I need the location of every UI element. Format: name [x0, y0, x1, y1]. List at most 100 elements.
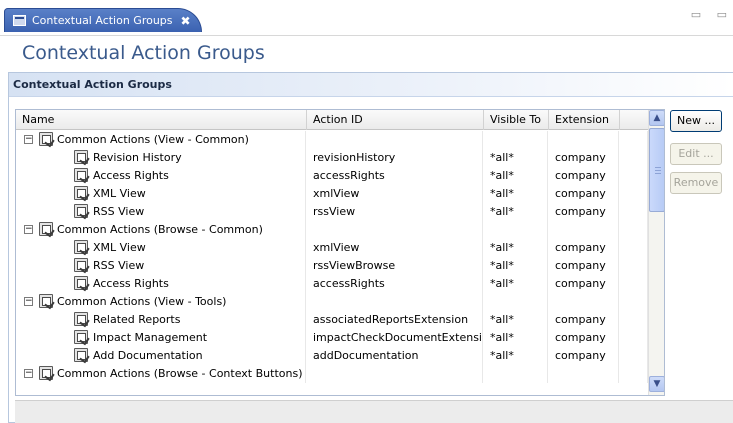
- filler-cell: [620, 203, 648, 221]
- new-button[interactable]: New ...: [670, 110, 722, 132]
- filler-cell: [620, 311, 648, 329]
- table-row[interactable]: Impact Management impactCheckDocumentExte…: [16, 329, 648, 347]
- filler-cell: [620, 167, 648, 185]
- column-header-visible-to[interactable]: Visible To: [484, 110, 549, 130]
- action-groups-table[interactable]: Name Action ID Visible To Extension − Com…: [15, 109, 665, 396]
- extension-cell: [549, 365, 619, 383]
- extension-cell: [549, 221, 619, 239]
- scroll-up-icon[interactable]: ▲: [649, 110, 664, 126]
- action-icon: [74, 276, 88, 290]
- group-row[interactable]: − Common Actions (View - Tools): [16, 293, 648, 311]
- filler-cell: [620, 185, 648, 203]
- scrollbar-grip-line: [655, 173, 661, 174]
- name-cell: XML View: [16, 185, 306, 203]
- close-icon[interactable]: ✖: [181, 14, 191, 28]
- edit-button[interactable]: Edit ...: [670, 143, 722, 165]
- table-row[interactable]: XML View xmlView *all* company: [16, 185, 648, 203]
- action-icon: [74, 348, 88, 362]
- action-icon: [74, 258, 88, 272]
- table-row[interactable]: Related Reports associatedReportsExtensio…: [16, 311, 648, 329]
- action-icon: [74, 150, 88, 164]
- name-cell: Access Rights: [16, 167, 306, 185]
- scrollbar-thumb[interactable]: [649, 128, 664, 212]
- vertical-scrollbar[interactable]: ▲ ▼: [648, 110, 664, 395]
- action-icon: [74, 204, 88, 218]
- filler-cell: [620, 257, 648, 275]
- row-name: Access Rights: [93, 169, 169, 182]
- filler-cell: [620, 275, 648, 293]
- row-name: Common Actions (Browse - Context Buttons…: [57, 367, 303, 380]
- table-row[interactable]: Add Documentation addDocumentation *all* co…: [16, 347, 648, 365]
- extension-cell: [549, 131, 619, 149]
- remove-button[interactable]: Remove: [670, 172, 722, 194]
- extension-cell: company: [549, 185, 619, 203]
- visible-to-cell: [484, 293, 548, 311]
- row-name: Access Rights: [93, 277, 169, 290]
- column-header-filler: [620, 110, 648, 130]
- filler-cell: [620, 293, 648, 311]
- action-id-cell: [307, 221, 483, 239]
- table-body: − Common Actions (View - Common) Revision …: [16, 131, 648, 383]
- extension-cell: company: [549, 329, 619, 347]
- collapse-icon[interactable]: −: [24, 135, 33, 144]
- table-row[interactable]: RSS View rssView *all* company: [16, 203, 648, 221]
- name-cell: Impact Management: [16, 329, 306, 347]
- row-name: Related Reports: [93, 313, 181, 326]
- table-row[interactable]: XML View xmlView *all* company: [16, 239, 648, 257]
- minimize-maximize-icon[interactable]: ▭ ▭: [691, 8, 733, 21]
- name-cell: XML View: [16, 239, 306, 257]
- table-row[interactable]: Access Rights accessRights *all* company: [16, 275, 648, 293]
- extension-cell: company: [549, 347, 619, 365]
- collapse-icon[interactable]: −: [24, 297, 33, 306]
- name-cell: RSS View: [16, 203, 306, 221]
- filler-cell: [620, 347, 648, 365]
- name-cell: RSS View: [16, 257, 306, 275]
- extension-cell: company: [549, 239, 619, 257]
- visible-to-cell: *all*: [484, 329, 548, 347]
- visible-to-cell: *all*: [484, 257, 548, 275]
- extension-cell: company: [549, 203, 619, 221]
- column-header-action-id[interactable]: Action ID: [307, 110, 484, 130]
- visible-to-cell: [484, 221, 548, 239]
- action-group-icon: [39, 366, 53, 380]
- name-cell: Revision History: [16, 149, 306, 167]
- row-name: Impact Management: [93, 331, 208, 344]
- action-icon: [74, 186, 88, 200]
- row-name: XML View: [93, 187, 146, 200]
- group-row[interactable]: − Common Actions (View - Common): [16, 131, 648, 149]
- group-row[interactable]: − Common Actions (Browse - Context Button…: [16, 365, 648, 383]
- table-row[interactable]: Revision History revisionHistory *all* comp…: [16, 149, 648, 167]
- page-title: Contextual Action Groups: [22, 42, 265, 64]
- row-name: Common Actions (Browse - Common): [57, 223, 263, 236]
- group-row[interactable]: − Common Actions (Browse - Common): [16, 221, 648, 239]
- collapse-icon[interactable]: −: [24, 225, 33, 234]
- name-cell: − Common Actions (View - Common): [16, 131, 306, 149]
- editor-tab-strip: Contextual Action Groups ✖ ▭ ▭: [0, 0, 733, 36]
- visible-to-cell: *all*: [484, 149, 548, 167]
- action-id-cell: rssView: [307, 203, 483, 221]
- table-row[interactable]: Access Rights accessRights *all* company: [16, 167, 648, 185]
- scroll-down-icon[interactable]: ▼: [649, 376, 664, 392]
- filler-cell: [620, 365, 648, 383]
- action-id-cell: addDocumentation: [307, 347, 483, 365]
- scrollbar-grip-line: [655, 167, 661, 168]
- row-name: RSS View: [93, 205, 145, 218]
- status-bar: [15, 400, 733, 423]
- action-id-cell: associatedReportsExtension: [307, 311, 483, 329]
- action-id-cell: revisionHistory: [307, 149, 483, 167]
- action-id-cell: [307, 293, 483, 311]
- section-title: Contextual Action Groups: [13, 78, 172, 91]
- visible-to-cell: *all*: [484, 239, 548, 257]
- action-id-cell: [307, 365, 483, 383]
- editor-tab[interactable]: Contextual Action Groups ✖: [4, 8, 202, 32]
- collapse-icon[interactable]: −: [24, 369, 33, 378]
- action-group-icon: [39, 222, 53, 236]
- visible-to-cell: *all*: [484, 167, 548, 185]
- section-header[interactable]: Contextual Action Groups: [9, 73, 733, 97]
- column-header-extension[interactable]: Extension: [549, 110, 620, 130]
- extension-cell: company: [549, 167, 619, 185]
- table-row[interactable]: RSS View rssViewBrowse *all* company: [16, 257, 648, 275]
- column-header-name[interactable]: Name: [16, 110, 307, 130]
- action-icon: [74, 330, 88, 344]
- extension-cell: company: [549, 149, 619, 167]
